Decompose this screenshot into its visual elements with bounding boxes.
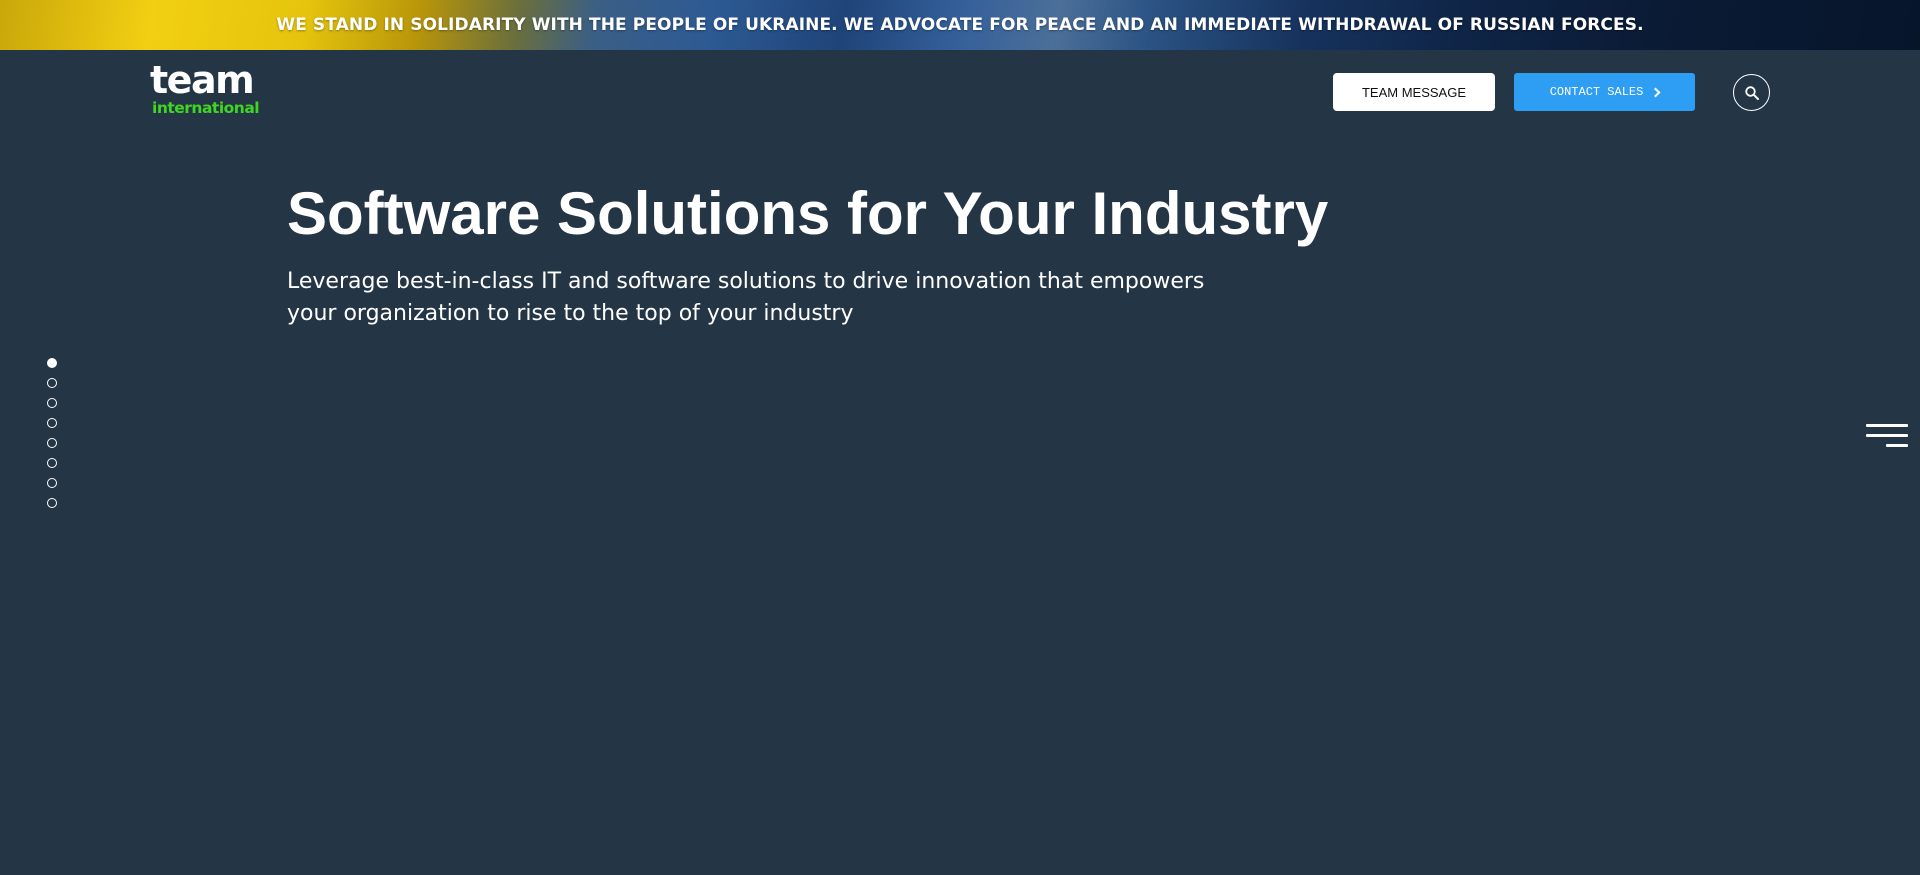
team-international-logo[interactable]: team international (150, 58, 270, 120)
slide-pagination (47, 358, 59, 508)
slide-dot-8[interactable] (47, 498, 57, 508)
slide-dot-2[interactable] (47, 378, 57, 388)
ukraine-solidarity-banner: WE STAND IN SOLIDARITY WITH THE PEOPLE O… (0, 0, 1920, 50)
contact-sales-button[interactable]: CONTACT SALES (1514, 73, 1695, 111)
contact-sales-label: CONTACT SALES (1549, 85, 1644, 99)
hero-subtitle: Leverage best-in-class IT and software s… (287, 269, 1205, 326)
slide-dot-4[interactable] (47, 418, 57, 428)
slide-dot-1[interactable] (47, 358, 57, 368)
slide-dot-6[interactable] (47, 458, 57, 468)
team-message-button[interactable]: TEAM MESSAGE (1333, 73, 1495, 111)
hamburger-menu-button[interactable] (1862, 420, 1908, 452)
slide-dot-3[interactable] (47, 398, 57, 408)
search-icon (1744, 85, 1759, 100)
slide-dot-7[interactable] (47, 478, 57, 488)
team-message-label: TEAM MESSAGE (1361, 84, 1467, 100)
search-button[interactable] (1733, 74, 1770, 111)
chevron-right-icon (1650, 87, 1661, 98)
hero-title: Software Solutions for Your Industry (287, 180, 1329, 247)
logo-international-text: international (152, 99, 260, 117)
banner-text: WE STAND IN SOLIDARITY WITH THE PEOPLE O… (276, 15, 1644, 35)
logo-team-text: team (150, 58, 255, 102)
slide-dot-5[interactable] (47, 438, 57, 448)
